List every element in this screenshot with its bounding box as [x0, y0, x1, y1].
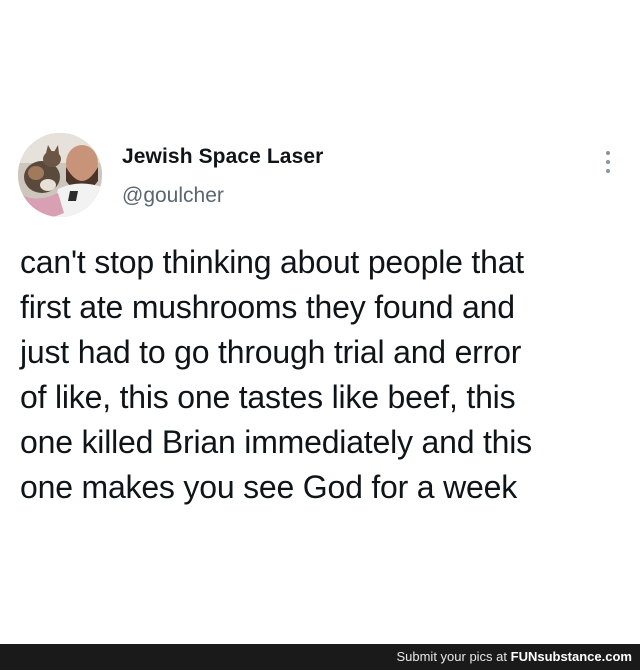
display-name[interactable]: Jewish Space Laser [122, 145, 323, 169]
user-handle[interactable]: @goulcher [122, 184, 224, 208]
tweet-text: can't stop thinking about people that fi… [20, 244, 532, 505]
tweet-card: Jewish Space Laser @goulcher can't stop … [0, 0, 640, 644]
avatar-image [18, 133, 102, 217]
more-vertical-icon [606, 151, 610, 155]
more-vertical-icon-dot [606, 160, 610, 164]
avatar[interactable] [18, 133, 102, 217]
more-options-button[interactable] [596, 144, 620, 180]
footer-brand: FUNsubstance.com [510, 649, 632, 664]
footer-text[interactable]: Submit your pics at FUNsubstance.com [396, 649, 632, 664]
watermark-footer: Submit your pics at FUNsubstance.com [0, 644, 640, 670]
more-vertical-icon-dot [606, 169, 610, 173]
footer-prefix: Submit your pics at [396, 649, 511, 664]
